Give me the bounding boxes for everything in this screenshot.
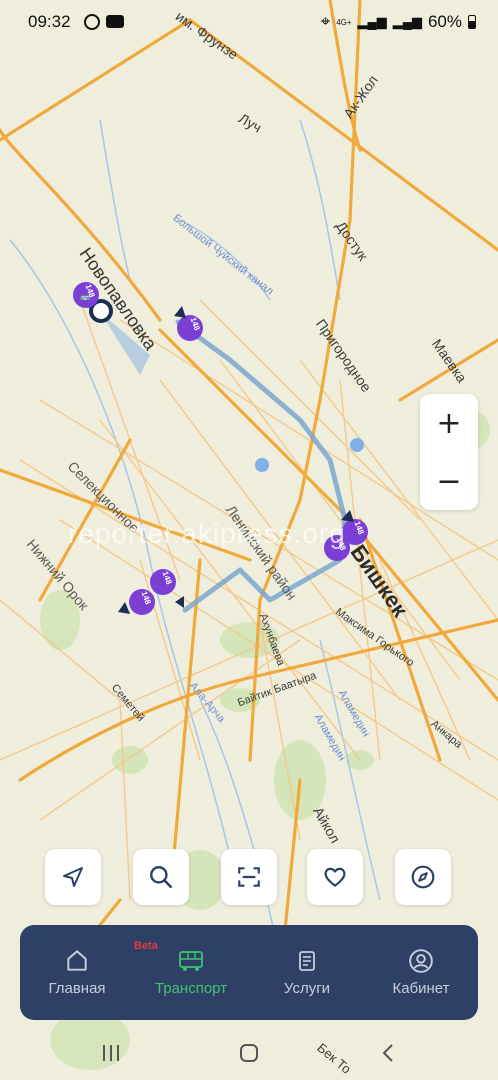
nav-item-label: Услуги [283,980,331,997]
location-arrow-icon [63,867,83,887]
user-icon [409,949,433,973]
document-icon [299,951,315,971]
search-icon [150,866,173,889]
heart-icon [324,867,346,887]
status-bar: 09:32 ⌖ 4G+ ▂▄▆ ▂▄▆ 60% [0,0,498,44]
scan-icon [238,867,260,887]
nav-item-services[interactable]: Услуги [252,925,362,1020]
signal-icon: ▂▄▆ [357,14,387,29]
system-nav-bar [0,1030,498,1080]
my-location-button[interactable] [45,849,101,905]
location-icon: ⌖ [320,12,331,31]
watermark: reporter.akipress.org [68,518,346,549]
bus-icon [179,951,203,971]
status-right: ⌖ 4G+ ▂▄▆ ▂▄▆ 60% [321,12,476,32]
zoom-in-button[interactable]: + [420,394,478,452]
bottom-nav: Главная Транспорт Услуги Кабинет [20,925,478,1020]
home-icon [67,950,87,971]
beta-badge: Beta [134,940,158,952]
scan-button[interactable] [221,849,277,905]
youtube-icon [106,15,124,28]
nav-item-home[interactable]: Главная [22,925,132,1020]
nav-item-cabinet[interactable]: Кабинет [366,925,476,1020]
network-type: 4G+ [336,17,352,27]
recent-apps-icon[interactable] [100,1042,122,1064]
whatsapp-icon [84,14,100,30]
signal-icon-2: ▂▄▆ [392,14,422,29]
nav-item-label: Главная [48,980,106,997]
compass-button[interactable] [395,849,451,905]
battery-icon [468,15,476,29]
zoom-out-button[interactable]: − [420,452,478,510]
status-time: 09:32 [28,12,71,31]
favorites-button[interactable] [307,849,363,905]
compass-icon [411,865,435,889]
back-icon[interactable] [378,1042,400,1064]
nav-item-label: Транспорт [154,980,228,997]
battery-percent: 60% [427,12,462,31]
nav-item-label: Кабинет [392,980,450,997]
zoom-controls: + − [420,394,478,510]
search-button[interactable] [133,849,189,905]
home-button-icon[interactable] [238,1042,260,1064]
